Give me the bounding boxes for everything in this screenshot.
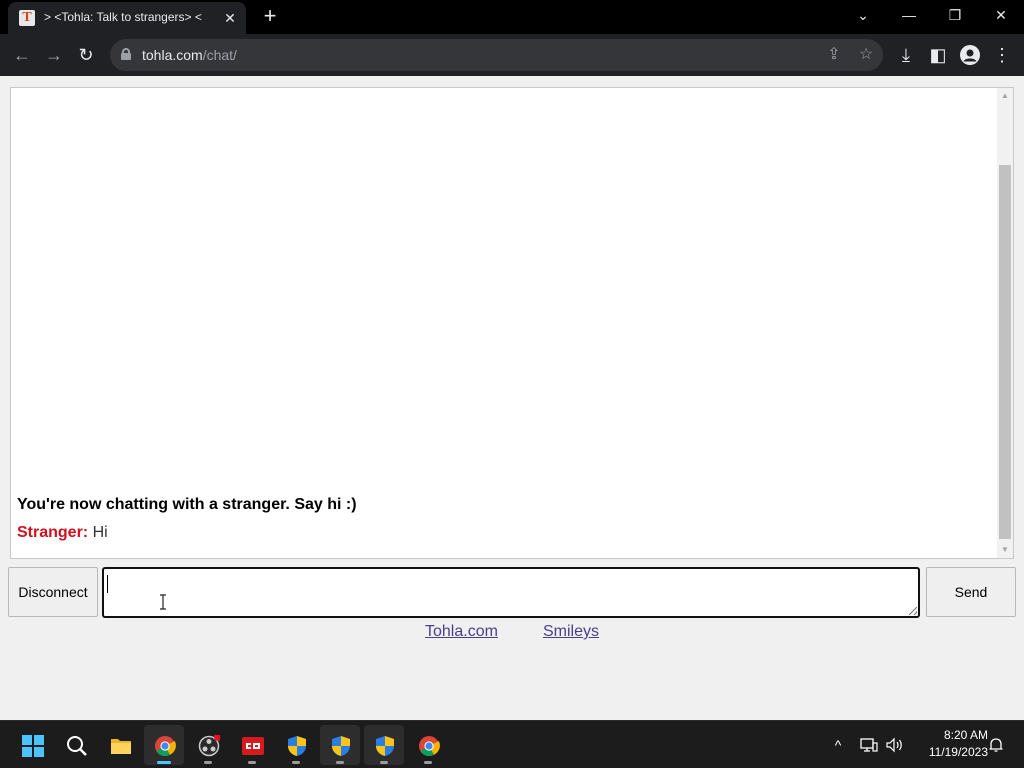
- text-cursor-icon: [160, 594, 166, 610]
- restore-button[interactable]: ❐: [932, 0, 978, 30]
- network-icon[interactable]: [858, 721, 880, 768]
- message-sender: Stranger:: [17, 524, 89, 541]
- shield-icon[interactable]: [364, 725, 404, 765]
- url-text[interactable]: tohla.com/chat/: [142, 47, 237, 63]
- address-bar[interactable]: tohla.com/chat/ ⇪ ☆: [110, 39, 883, 71]
- tab-search-button[interactable]: ⌄: [840, 0, 886, 30]
- app-icon[interactable]: [232, 725, 272, 765]
- smileys-link[interactable]: Smileys: [543, 623, 599, 641]
- message-input[interactable]: [102, 567, 920, 618]
- chrome-menu-icon[interactable]: ⋮: [990, 43, 1014, 67]
- obs-icon[interactable]: [188, 725, 228, 765]
- browser-toolbar: ← → ↻ tohla.com/chat/ ⇪ ☆ ⤓ ◧ ⋮: [0, 34, 1024, 76]
- chat-message: Stranger: Hi: [17, 524, 108, 542]
- share-icon[interactable]: ⇪: [822, 43, 846, 67]
- start-icon[interactable]: [12, 725, 52, 765]
- message-text: Hi: [92, 524, 108, 541]
- tab-close-icon[interactable]: ✕: [220, 8, 240, 28]
- clock-time: 8:20 AM: [943, 728, 988, 742]
- url-host: tohla.com: [142, 47, 203, 63]
- tray-chevron-icon[interactable]: ^: [828, 721, 848, 768]
- notification-bell-icon[interactable]: [986, 721, 1006, 768]
- resize-handle-icon[interactable]: [909, 607, 917, 615]
- volume-icon[interactable]: [884, 721, 906, 768]
- chrome-icon[interactable]: [408, 725, 448, 765]
- reload-button[interactable]: ↻: [74, 43, 98, 67]
- forward-button[interactable]: →: [42, 43, 66, 67]
- chat-scrollbar[interactable]: ▲ ▼: [997, 88, 1013, 558]
- tab-favicon-icon: T: [19, 10, 35, 26]
- scroll-up-arrow-icon[interactable]: ▲: [997, 88, 1013, 104]
- chat-page: You're now chatting with a stranger. Say…: [0, 76, 1024, 720]
- back-button[interactable]: ←: [10, 43, 34, 67]
- download-icon[interactable]: ⤓: [894, 43, 918, 67]
- disconnect-button[interactable]: Disconnect: [8, 567, 98, 617]
- taskbar: ^ 8:20 AM 11/19/2023: [0, 720, 1024, 768]
- chat-log[interactable]: You're now chatting with a stranger. Say…: [10, 87, 1014, 559]
- profile-avatar-icon[interactable]: [958, 43, 982, 67]
- scroll-thumb[interactable]: [999, 165, 1011, 539]
- browser-titlebar: T > <Tohla: Talk to strangers> < ✕ + ⌄ —…: [0, 0, 1024, 34]
- shield-icon[interactable]: [320, 725, 360, 765]
- shield-icon[interactable]: [276, 725, 316, 765]
- side-panel-icon[interactable]: ◧: [926, 43, 950, 67]
- text-caret: [107, 575, 108, 593]
- file-explorer-icon[interactable]: [100, 725, 140, 765]
- lock-icon[interactable]: [121, 48, 131, 60]
- tohla-home-link[interactable]: Tohla.com: [425, 623, 498, 641]
- chrome-icon[interactable]: [144, 725, 184, 765]
- system-clock[interactable]: 8:20 AM 11/19/2023: [912, 727, 988, 761]
- new-tab-button[interactable]: +: [258, 5, 282, 29]
- send-button[interactable]: Send: [926, 567, 1016, 617]
- bookmark-star-icon[interactable]: ☆: [854, 43, 878, 67]
- browser-tab[interactable]: T > <Tohla: Talk to strangers> < ✕: [8, 2, 246, 34]
- chat-status-message: You're now chatting with a stranger. Say…: [17, 496, 357, 513]
- tab-title: > <Tohla: Talk to strangers> <: [44, 10, 202, 24]
- close-window-button[interactable]: ✕: [978, 0, 1024, 30]
- clock-date: 11/19/2023: [928, 745, 988, 759]
- scroll-down-arrow-icon[interactable]: ▼: [997, 542, 1013, 558]
- url-path: /chat/: [202, 47, 237, 63]
- search-icon[interactable]: [56, 725, 96, 765]
- minimize-button[interactable]: —: [886, 0, 932, 30]
